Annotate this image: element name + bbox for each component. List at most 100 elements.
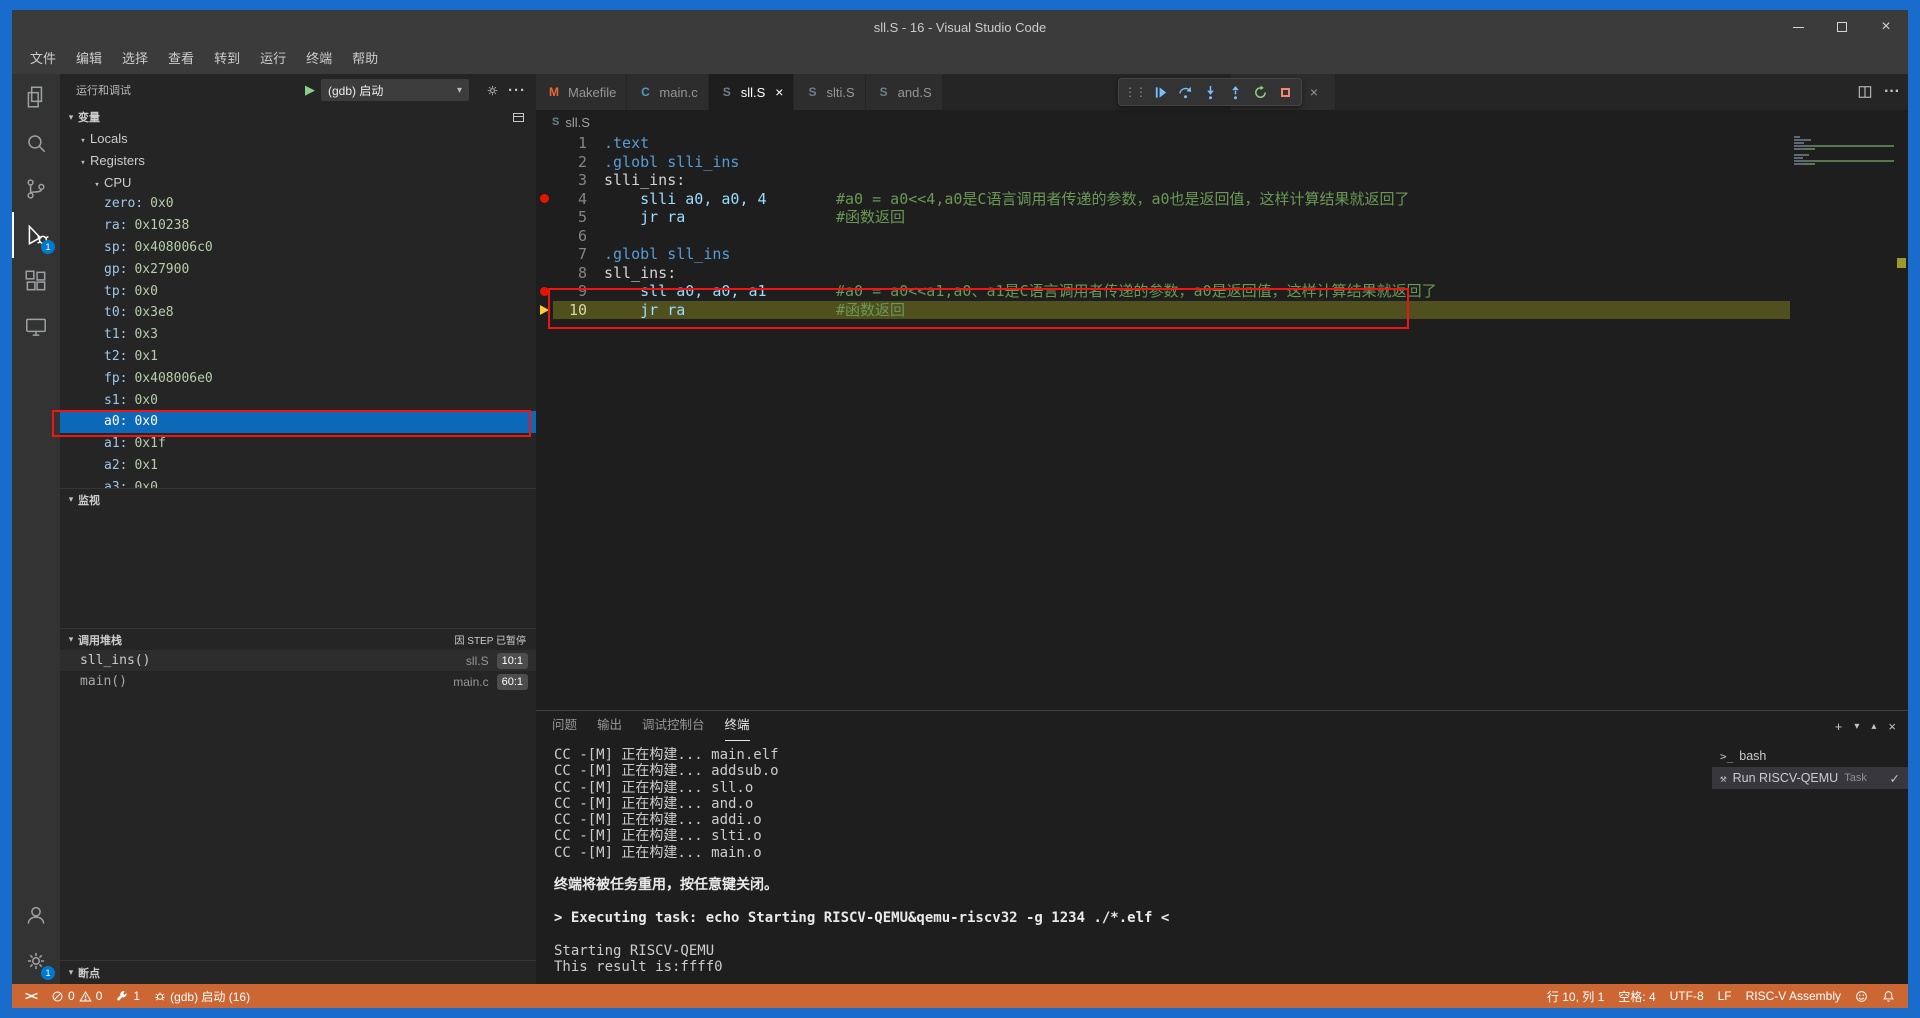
- minimap[interactable]: [1794, 136, 1894, 166]
- code-line-4[interactable]: 4 slli a0, a0, 4#a0 = a0<<4,a0是C语言调用者传递的…: [536, 190, 1790, 209]
- code-line-5[interactable]: 5 jr ra#函数返回: [536, 208, 1790, 227]
- debug-settings-gear-icon[interactable]: [485, 83, 500, 98]
- register-row-a0[interactable]: a0:0x0: [60, 411, 536, 433]
- start-debug-button[interactable]: ▶: [305, 82, 315, 98]
- menu-编辑[interactable]: 编辑: [66, 44, 112, 74]
- terminal-list-item-Run-RISCV-QEMU[interactable]: ⚒Run RISCV-QEMUTask✓: [1712, 767, 1908, 789]
- stack-frame-sll_ins[interactable]: sll_ins()sll.S10:1: [60, 650, 536, 671]
- notifications-button[interactable]: [1875, 984, 1902, 1008]
- panel-tab-输出[interactable]: 输出: [597, 711, 622, 741]
- close-button[interactable]: ×: [1864, 10, 1908, 44]
- menu-帮助[interactable]: 帮助: [342, 44, 388, 74]
- new-terminal-icon[interactable]: +: [1835, 719, 1843, 734]
- register-row-a1[interactable]: a1:0x1f: [60, 433, 536, 455]
- menu-文件[interactable]: 文件: [20, 44, 66, 74]
- sidebar-item-source-control[interactable]: [12, 166, 60, 212]
- panel-tab-调试控制台[interactable]: 调试控制台: [642, 711, 705, 741]
- continue-button[interactable]: [1148, 80, 1172, 104]
- settings-button[interactable]: 1: [12, 938, 60, 984]
- register-row-t2[interactable]: t2:0x1: [60, 346, 536, 368]
- debug-session-indicator[interactable]: (gdb) 启动 (16): [147, 984, 257, 1008]
- breakpoint-gutter[interactable]: [536, 301, 553, 320]
- running-tasks-indicator[interactable]: 1: [109, 984, 147, 1008]
- step-over-button[interactable]: [1173, 80, 1197, 104]
- register-row-sp[interactable]: sp:0x408006c0: [60, 237, 536, 259]
- tab-and.S[interactable]: Sand.S: [866, 74, 943, 110]
- step-out-button[interactable]: [1223, 80, 1247, 104]
- close-icon[interactable]: ×: [1310, 84, 1318, 100]
- remote-indicator[interactable]: ><: [18, 984, 44, 1008]
- breakpoint-dot[interactable]: [540, 194, 549, 203]
- tree-group-Registers[interactable]: ▾Registers: [60, 150, 536, 172]
- menu-查看[interactable]: 查看: [158, 44, 204, 74]
- menu-转到[interactable]: 转到: [204, 44, 250, 74]
- breakpoint-gutter[interactable]: [536, 227, 553, 246]
- code-line-7[interactable]: 7.globl sll_ins: [536, 245, 1790, 264]
- chevron-down-icon[interactable]: ▾: [1854, 721, 1859, 732]
- register-row-fp[interactable]: fp:0x408006e0: [60, 368, 536, 390]
- register-row-t1[interactable]: t1:0x3: [60, 324, 536, 346]
- breakpoint-gutter[interactable]: [536, 282, 553, 301]
- collapse-variables-icon[interactable]: [513, 113, 524, 122]
- breakpoint-gutter[interactable]: [536, 245, 553, 264]
- breakpoint-gutter[interactable]: [536, 208, 553, 227]
- register-row-gp[interactable]: gp:0x27900: [60, 259, 536, 281]
- code-line-1[interactable]: 1.text: [536, 134, 1790, 153]
- menu-选择[interactable]: 选择: [112, 44, 158, 74]
- code-line-2[interactable]: 2.globl slli_ins: [536, 153, 1790, 172]
- menu-终端[interactable]: 终端: [296, 44, 342, 74]
- breakpoint-gutter[interactable]: [536, 153, 553, 172]
- sidebar-item-extensions[interactable]: [12, 258, 60, 304]
- more-actions-icon[interactable]: ···: [508, 82, 526, 99]
- sidebar-item-search[interactable]: [12, 120, 60, 166]
- variables-section-header[interactable]: ▾ 变量: [60, 106, 536, 128]
- code-line-9[interactable]: 9 sll a0, a0, a1#a0 = a0<<a1,a0、a1是C语言调用…: [536, 282, 1790, 301]
- split-editor-icon[interactable]: [1858, 85, 1872, 99]
- step-into-button[interactable]: [1198, 80, 1222, 104]
- drag-handle[interactable]: ⋮⋮: [1123, 80, 1147, 104]
- code-line-8[interactable]: 8sll_ins:: [536, 264, 1790, 283]
- tree-group-CPU[interactable]: ▾CPU: [60, 172, 536, 194]
- code-editor-area[interactable]: 1.text2.globl slli_ins3slli_ins:4 slli a…: [536, 134, 1908, 710]
- register-row-t0[interactable]: t0:0x3e8: [60, 302, 536, 324]
- register-row-ra[interactable]: ra:0x10238: [60, 215, 536, 237]
- stop-button[interactable]: [1273, 80, 1297, 104]
- tab-main.c[interactable]: Cmain.c: [627, 74, 708, 110]
- eol-indicator[interactable]: LF: [1711, 984, 1739, 1008]
- encoding-indicator[interactable]: UTF-8: [1663, 984, 1711, 1008]
- breakpoint-gutter[interactable]: [536, 264, 553, 283]
- indentation-indicator[interactable]: 空格: 4: [1611, 984, 1662, 1008]
- terminal-list-item-bash[interactable]: >_bash: [1712, 745, 1908, 767]
- watch-section-header[interactable]: ▾ 监视: [60, 488, 536, 510]
- register-row-a3[interactable]: a3:0x0: [60, 477, 536, 488]
- tab-Makefile[interactable]: MMakefile: [536, 74, 627, 110]
- breakpoint-gutter[interactable]: [536, 190, 553, 209]
- panel-tab-终端[interactable]: 终端: [725, 711, 750, 741]
- code-editor[interactable]: 1.text2.globl slli_ins3slli_ins:4 slli a…: [536, 134, 1790, 319]
- restart-button[interactable]: [1248, 80, 1272, 104]
- stack-frame-main[interactable]: main()main.c60:1: [60, 671, 536, 692]
- maximize-panel-icon[interactable]: ▴: [1871, 721, 1876, 732]
- sidebar-item-explorer[interactable]: [12, 74, 60, 120]
- code-line-6[interactable]: 6: [536, 227, 1790, 246]
- terminal-output[interactable]: CC -[M] 正在构建... main.elfCC -[M] 正在构建... …: [536, 741, 1712, 984]
- breadcrumb[interactable]: S sll.S: [536, 110, 1908, 134]
- menu-运行[interactable]: 运行: [250, 44, 296, 74]
- tree-group-Locals[interactable]: ▾Locals: [60, 128, 536, 150]
- maximize-button[interactable]: [1820, 10, 1864, 44]
- tab-sll.S[interactable]: Ssll.S×: [709, 74, 795, 110]
- code-line-3[interactable]: 3slli_ins:: [536, 171, 1790, 190]
- breakpoint-dot[interactable]: [540, 287, 549, 296]
- more-actions-icon[interactable]: ···: [1884, 83, 1900, 101]
- code-line-10[interactable]: 10 jr ra#函数返回: [536, 301, 1790, 320]
- breakpoint-gutter[interactable]: [536, 171, 553, 190]
- problems-indicator[interactable]: 0 0: [44, 984, 109, 1008]
- sidebar-item-remote-explorer[interactable]: [12, 304, 60, 350]
- register-row-tp[interactable]: tp:0x0: [60, 281, 536, 303]
- feedback-button[interactable]: [1848, 984, 1875, 1008]
- register-row-zero[interactable]: zero:0x0: [60, 193, 536, 215]
- breakpoint-gutter[interactable]: [536, 134, 553, 153]
- panel-tab-问题[interactable]: 问题: [552, 711, 577, 741]
- register-row-s1[interactable]: s1:0x0: [60, 390, 536, 412]
- language-mode-indicator[interactable]: RISC-V Assembly: [1739, 984, 1848, 1008]
